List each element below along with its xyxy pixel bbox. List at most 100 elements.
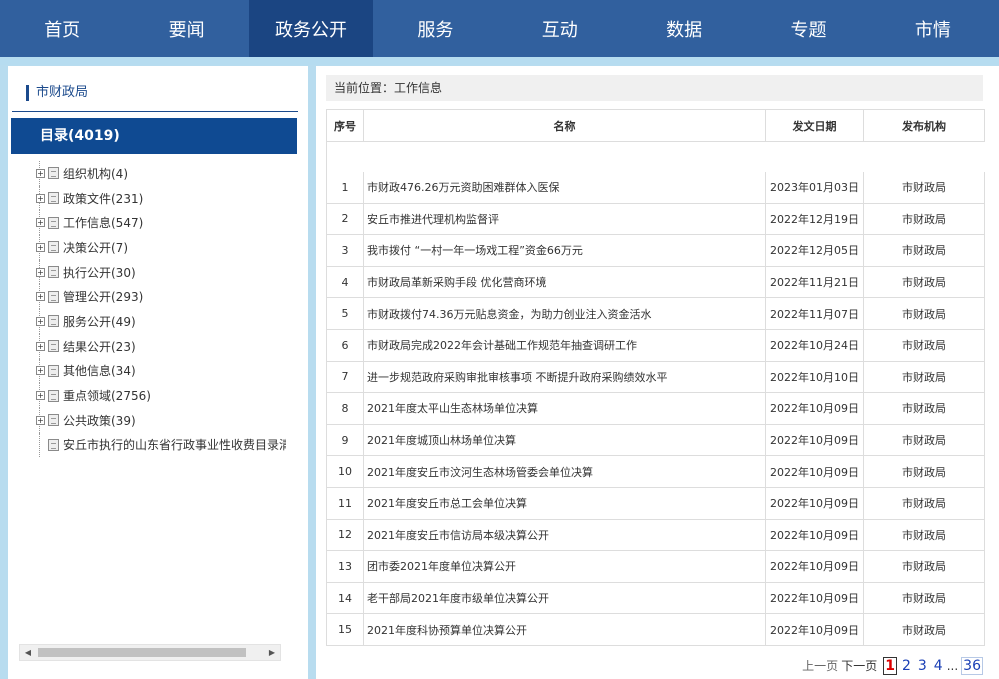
tree-item-label[interactable]: 公共政策(39)	[63, 412, 136, 429]
row-title-link[interactable]: 市财政局完成2022年会计基础工作规范年抽查调研工作	[363, 329, 766, 362]
tree-item-label[interactable]: 重点领域(2756)	[63, 387, 151, 404]
expand-icon[interactable]: +	[36, 316, 45, 326]
tree-item[interactable]: + 服务公开(49)	[36, 309, 286, 334]
nav-gov-affairs[interactable]: 政务公开	[248, 0, 374, 57]
expand-icon[interactable]: +	[36, 415, 45, 425]
row-title-link[interactable]: 市财政476.26万元资助困难群体入医保	[363, 171, 766, 204]
tree-item[interactable]: + 管理公开(293)	[36, 284, 286, 309]
tree-item-label[interactable]: 执行公开(30)	[63, 264, 136, 281]
nav-data[interactable]: 数据	[622, 0, 746, 57]
table-row[interactable]: 5 市财政拨付74.36万元贴息资金，为助力创业注入资金活水 2022年11月07日…	[326, 297, 985, 330]
page-link[interactable]: 4	[932, 657, 945, 675]
row-title-link[interactable]: 我市拨付 “一村一年一场戏工程”资金66万元	[363, 234, 766, 267]
row-title-link[interactable]: 安丘市推进代理机构监督评	[363, 203, 766, 236]
breadcrumb: 当前位置：工作信息	[326, 75, 983, 101]
table-row[interactable]: 12 2021年度安丘市信访局本级决算公开 2022年10月09日 市财政局	[326, 519, 985, 552]
table-row[interactable]: 11 2021年度安丘市总工会单位决算 2022年10月09日 市财政局	[326, 487, 985, 520]
table-row[interactable]: 3 我市拨付 “一村一年一场戏工程”资金66万元 2022年12月05日 市财政局	[326, 234, 985, 267]
tree-item-label[interactable]: 组织机构(4)	[63, 165, 128, 182]
nav-news[interactable]: 要闻	[124, 0, 248, 57]
page-link[interactable]: 2	[900, 657, 913, 675]
table-row[interactable]: 10 2021年度安丘市汶河生态林场管委会单位决算 2022年10月09日 市财政局	[326, 455, 985, 488]
tree-item-label[interactable]: 服务公开(49)	[63, 313, 136, 330]
table-row[interactable]: 13 团市委2021年度单位决算公开 2022年10月09日 市财政局	[326, 550, 985, 583]
row-org: 市财政局	[863, 613, 985, 646]
main-content: 当前位置：工作信息 序号 名称 发文日期 发布机构 1 市财政476.26万元资助…	[316, 66, 999, 679]
row-title-link[interactable]: 2021年度科协预算单位决算公开	[363, 613, 766, 646]
tree-item-label[interactable]: 安丘市执行的山东省行政事业性收费目录清单(	[63, 436, 286, 453]
expand-icon[interactable]: +	[36, 341, 45, 351]
tree-item[interactable]: + 公共政策(39)	[36, 407, 286, 433]
expand-icon[interactable]: +	[36, 292, 45, 302]
scrollbar-thumb[interactable]	[38, 648, 246, 657]
row-title-link[interactable]: 2021年度安丘市信访局本级决算公开	[363, 519, 766, 552]
expand-icon[interactable]: +	[36, 168, 45, 178]
tree-item[interactable]: + 工作信息(547)	[36, 210, 286, 235]
table-row[interactable]: 6 市财政局完成2022年会计基础工作规范年抽查调研工作 2022年10月24日 市财…	[326, 329, 985, 362]
table-row[interactable]: 15 2021年度科协预算单位决算公开 2022年10月09日 市财政局	[326, 613, 985, 646]
tree-item[interactable]: + 结果公开(23)	[36, 333, 286, 359]
tree-item[interactable]: + 其他信息(34)	[36, 358, 286, 384]
tree-item[interactable]: + 执行公开(30)	[36, 259, 286, 285]
dept-divider	[12, 111, 298, 112]
tree-item[interactable]: + 决策公开(7)	[36, 235, 286, 260]
row-title-link[interactable]: 2021年度太平山生态林场单位决算	[363, 392, 766, 425]
page-current[interactable]: 1	[883, 656, 897, 675]
row-no: 4	[326, 266, 364, 299]
expand-icon[interactable]: +	[36, 218, 45, 228]
row-no: 1	[326, 171, 364, 204]
horizontal-scrollbar[interactable]: ◀ ▶	[19, 644, 281, 661]
folder-doc-icon	[48, 414, 59, 427]
expand-icon[interactable]: +	[36, 193, 45, 203]
expand-icon[interactable]: +	[36, 366, 45, 376]
tree-item[interactable]: 安丘市执行的山东省行政事业性收费目录清单(	[36, 432, 286, 458]
page-link[interactable]: 3	[916, 657, 929, 675]
tree-item-label[interactable]: 决策公开(7)	[63, 239, 128, 256]
folder-doc-icon	[48, 167, 59, 180]
row-date: 2022年10月09日	[765, 550, 864, 583]
expand-icon[interactable]: +	[36, 391, 45, 401]
table-row[interactable]: 14 老干部局2021年度市级单位决算公开 2022年10月09日 市财政局	[326, 582, 985, 615]
table-row[interactable]: 8 2021年度太平山生态林场单位决算 2022年10月09日 市财政局	[326, 392, 985, 425]
nav-interaction[interactable]: 互动	[498, 0, 622, 57]
row-title-link[interactable]: 2021年度安丘市汶河生态林场管委会单位决算	[363, 455, 766, 488]
tree-item-label[interactable]: 其他信息(34)	[63, 362, 136, 379]
nav-city[interactable]: 市情	[871, 0, 995, 57]
row-org: 市财政局	[863, 361, 985, 394]
next-page-link[interactable]: 下一页	[841, 657, 877, 674]
page-last[interactable]: 36	[961, 656, 983, 675]
scroll-right-icon[interactable]: ▶	[264, 645, 280, 660]
row-date: 2022年10月09日	[765, 455, 864, 488]
nav-home[interactable]: 首页	[0, 0, 124, 57]
dept-title[interactable]: 市财政局	[26, 85, 88, 101]
table-row[interactable]: 2 安丘市推进代理机构监督评 2022年12月19日 市财政局	[326, 203, 985, 236]
row-title-link[interactable]: 市财政局革新采购手段 优化营商环境	[363, 266, 766, 299]
expand-icon[interactable]: +	[36, 267, 45, 277]
prev-page-link[interactable]: 上一页	[802, 657, 838, 674]
table-row[interactable]: 9 2021年度城顶山林场单位决算 2022年10月09日 市财政局	[326, 424, 985, 457]
tree-item-label[interactable]: 工作信息(547)	[63, 214, 143, 231]
catalog-header[interactable]: 目录(4019)	[11, 118, 297, 154]
table-row[interactable]: 4 市财政局革新采购手段 优化营商环境 2022年11月21日 市财政局	[326, 266, 985, 299]
row-title-link[interactable]: 市财政拨付74.36万元贴息资金，为助力创业注入资金活水	[363, 297, 766, 330]
scroll-left-icon[interactable]: ◀	[20, 645, 36, 660]
table-row[interactable]: 7 进一步规范政府采购审批审核事项 不断提升政府采购绩效水平 2022年10月10日…	[326, 361, 985, 394]
nav-service[interactable]: 服务	[373, 0, 497, 57]
row-title-link[interactable]: 老干部局2021年度市级单位决算公开	[363, 582, 766, 615]
tree-item[interactable]: + 政策文件(231)	[36, 185, 286, 211]
row-title-link[interactable]: 团市委2021年度单位决算公开	[363, 550, 766, 583]
tree-item[interactable]: + 重点领域(2756)	[36, 383, 286, 408]
nav-topics[interactable]: 专题	[746, 0, 870, 57]
table-row[interactable]: 1 市财政476.26万元资助困难群体入医保 2023年01月03日 市财政局	[326, 171, 985, 204]
row-title-link[interactable]: 2021年度安丘市总工会单位决算	[363, 487, 766, 520]
folder-doc-icon	[48, 192, 59, 205]
row-title-link[interactable]: 2021年度城顶山林场单位决算	[363, 424, 766, 457]
tree-item-label[interactable]: 政策文件(231)	[63, 190, 143, 207]
expand-icon[interactable]: +	[36, 242, 45, 252]
tree-item[interactable]: + 组织机构(4)	[36, 161, 286, 186]
row-date: 2022年12月05日	[765, 234, 864, 267]
tree-item-label[interactable]: 管理公开(293)	[63, 288, 143, 305]
tree-item-label[interactable]: 结果公开(23)	[63, 338, 136, 355]
row-title-link[interactable]: 进一步规范政府采购审批审核事项 不断提升政府采购绩效水平	[363, 361, 766, 394]
